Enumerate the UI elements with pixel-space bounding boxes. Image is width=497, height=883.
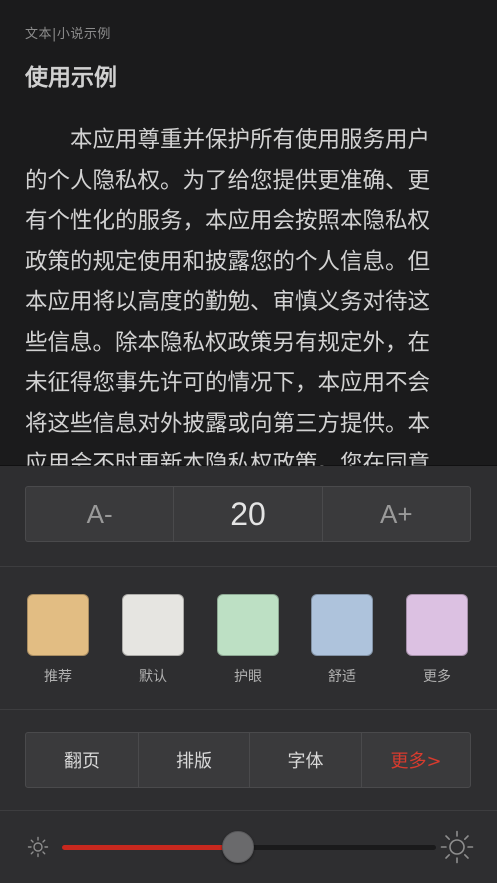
tab-layout[interactable]: 排版: [138, 733, 249, 787]
sun-large-icon: [440, 830, 474, 864]
theme-swatch[interactable]: [311, 594, 373, 656]
font-size-control: A- 20 A+: [25, 486, 471, 542]
text-line: 政策的规定使用和披露您的个人信息。但: [25, 248, 431, 275]
tab-font[interactable]: 字体: [249, 733, 361, 787]
theme-swatch[interactable]: [217, 594, 279, 656]
divider: [0, 566, 497, 567]
divider: [0, 810, 497, 811]
text-line: 些信息。除本隐私权政策另有规定外，在: [25, 329, 431, 356]
brightness-control: [0, 822, 497, 872]
theme-label: 更多: [423, 669, 451, 685]
chapter-body: 本应用尊重并保护所有使用服务用户 的个人隐私权。为了给您提供更准确、更 有个性化…: [25, 120, 473, 468]
text-line: 应用会不时更新本隐私权政策。您在同意: [25, 451, 431, 468]
brightness-fill: [62, 845, 238, 850]
theme-swatch[interactable]: [122, 594, 184, 656]
theme-swatch[interactable]: [27, 594, 89, 656]
text-line: 的个人隐私权。为了给您提供更准确、更: [25, 167, 431, 194]
theme-eye-care[interactable]: 护眼: [216, 594, 280, 686]
theme-default[interactable]: 默认: [121, 594, 185, 686]
text-line: 将这些信息对外披露或向第三方提供。本: [25, 410, 431, 437]
theme-label: 护眼: [234, 669, 262, 685]
font-size-value: 20: [173, 487, 321, 541]
theme-comfort[interactable]: 舒适: [310, 594, 374, 686]
theme-selector: 推荐 默认 护眼 舒适 更多: [0, 594, 497, 694]
text-line: 本应用将以高度的勤勉、审慎义务对待这: [25, 289, 431, 315]
theme-label: 舒适: [328, 669, 356, 685]
text-line: 未征得您事先许可的情况下，本应用不会: [25, 370, 431, 396]
theme-label: 默认: [139, 669, 167, 685]
breadcrumb: 文本|小说示例: [25, 27, 111, 42]
brightness-thumb[interactable]: [221, 831, 254, 863]
theme-recommended[interactable]: 推荐: [26, 594, 90, 686]
reader-page[interactable]: 文本|小说示例 使用示例 本应用尊重并保护所有使用服务用户 的个人隐私权。为了给…: [0, 0, 497, 468]
tab-more[interactable]: 更多>: [361, 733, 470, 787]
theme-label: 推荐: [44, 669, 72, 685]
text-line: 有个性化的服务，本应用会按照本隐私权: [25, 208, 431, 234]
theme-swatch[interactable]: [406, 594, 468, 656]
settings-tabs: 翻页 排版 字体 更多>: [25, 732, 471, 788]
theme-more[interactable]: 更多: [405, 594, 469, 686]
sun-small-icon: [27, 836, 49, 858]
text-line: 本应用尊重并保护所有使用服务用户: [70, 127, 431, 153]
chapter-title: 使用示例: [25, 65, 117, 91]
divider: [0, 709, 497, 710]
reading-settings-panel: A- 20 A+ 推荐 默认 护眼 舒适 更多 翻页 排版 字体 更多>: [0, 466, 497, 883]
tab-page-turn[interactable]: 翻页: [26, 733, 138, 787]
decrease-font-button[interactable]: A-: [26, 487, 173, 541]
increase-font-button[interactable]: A+: [321, 487, 470, 541]
